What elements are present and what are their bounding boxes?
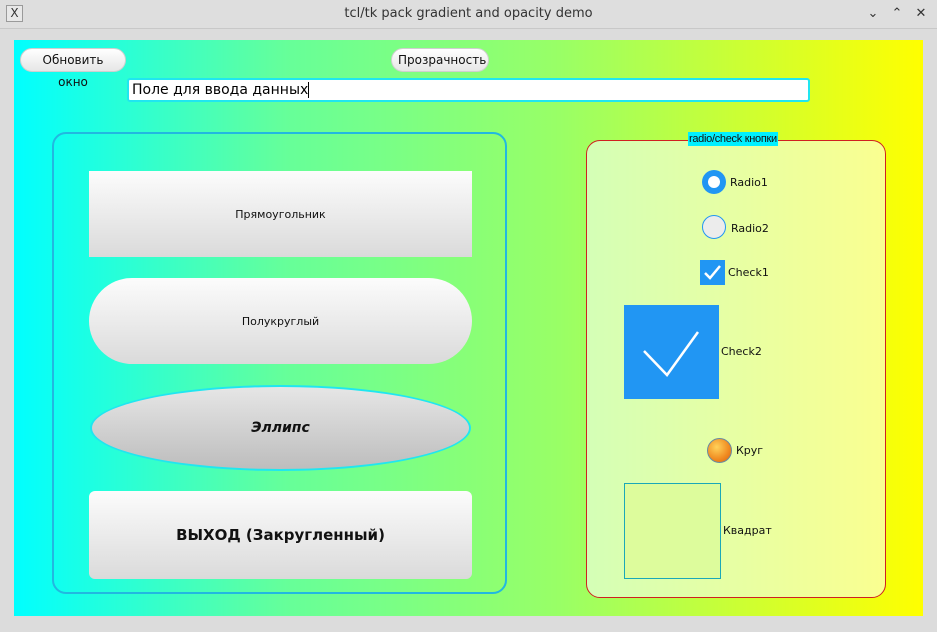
text-caret — [308, 82, 310, 98]
exit-button[interactable]: ВЫХОД (Закругленный) — [89, 491, 472, 579]
exit-button-label: ВЫХОД (Закругленный) — [176, 526, 385, 544]
checkmark-icon — [704, 265, 721, 280]
radio1-button[interactable] — [702, 170, 726, 194]
radio-check-frame-title: radio/check кнопки — [688, 132, 778, 146]
maximize-icon[interactable]: ⌃ — [888, 5, 906, 23]
circle-label: Круг — [736, 444, 764, 457]
check2-checkbox[interactable] — [624, 305, 719, 399]
ellipse-button[interactable]: Эллипс — [90, 385, 471, 471]
entry-value: Поле для ввода данных — [132, 82, 309, 98]
close-icon[interactable]: ✕ — [912, 5, 930, 23]
data-entry-field[interactable]: Поле для ввода данных — [127, 78, 810, 102]
refresh-window-button[interactable]: Обновить окно — [20, 48, 126, 89]
ellipse-button-label: Эллипс — [251, 420, 310, 436]
radio-selected-dot — [708, 176, 720, 188]
rectangle-button[interactable]: Прямоугольник — [89, 171, 472, 257]
radio2-label: Radio2 — [731, 222, 769, 235]
checkmark-icon — [643, 331, 700, 377]
semicircle-button-label: Полукруглый — [241, 314, 320, 328]
radio2-button[interactable] — [702, 215, 726, 239]
square-label: Квадрат — [723, 524, 772, 537]
window-title: tcl/tk pack gradient and opacity demo — [344, 6, 593, 21]
minimize-icon[interactable]: ⌄ — [864, 5, 882, 23]
check1-checkbox[interactable] — [700, 260, 725, 285]
square-shape-button[interactable] — [624, 483, 721, 579]
window-titlebar: X tcl/tk pack gradient and opacity demo … — [0, 0, 937, 29]
check2-label: Check2 — [721, 345, 762, 358]
gradient-canvas: Обновить окно Прозрачность Поле для ввод… — [14, 40, 923, 616]
check1-label: Check1 — [728, 266, 769, 279]
semicircle-button[interactable]: Полукруглый — [89, 278, 472, 364]
rectangle-button-label: Прямоугольник — [235, 207, 326, 221]
radio1-label: Radio1 — [730, 176, 768, 189]
opacity-button[interactable]: Прозрачность — [391, 48, 489, 72]
circle-shape-button[interactable] — [707, 438, 732, 463]
